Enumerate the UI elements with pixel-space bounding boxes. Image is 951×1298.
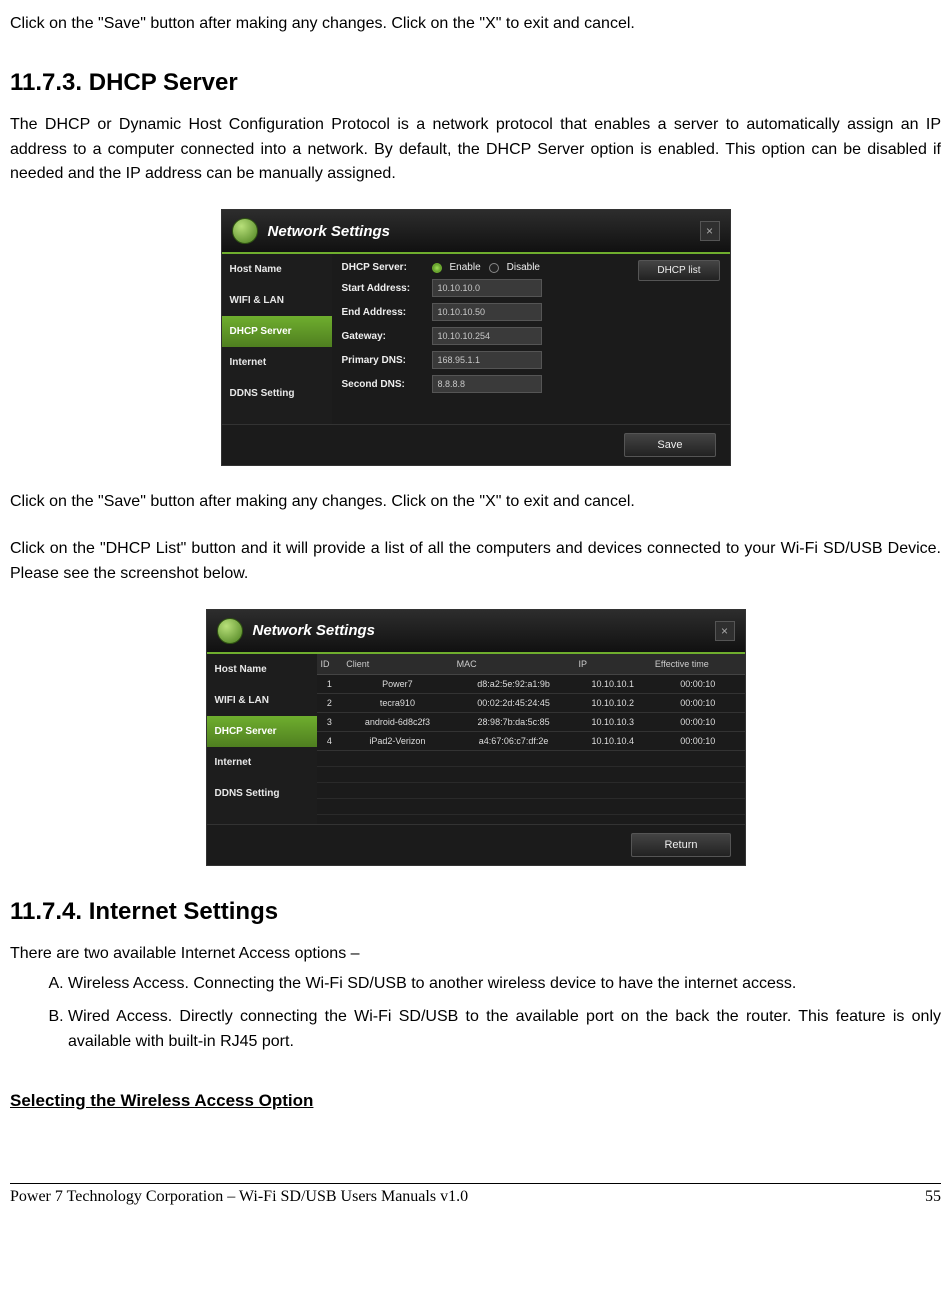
cell-client: Power7 [342, 674, 452, 693]
panel1-form: DHCP list DHCP Server: Enable Disable St… [332, 254, 730, 424]
dhcp-list-button[interactable]: DHCP list [638, 260, 719, 281]
cell-mac: 00:02:2d:45:24:45 [453, 693, 575, 712]
gateway-label: Gateway: [342, 331, 422, 342]
sidebar-item-wifi-lan[interactable]: WIFI & LAN [222, 285, 332, 316]
heading-internet-settings: 11.7.4. Internet Settings [10, 898, 941, 926]
dhcp-list-screenshot: Network Settings × Host Name WIFI & LAN … [10, 609, 941, 866]
col-id: ID [317, 654, 343, 675]
subheading-wireless-access: Selecting the Wireless Access Option [10, 1091, 941, 1111]
cell-ip: 10.10.10.4 [575, 731, 651, 750]
cell-mac: d8:a2:5e:92:a1:9b [453, 674, 575, 693]
dhcp-list-table: ID Client MAC IP Effective time 1Power7d… [317, 654, 745, 815]
table-row-empty [317, 750, 745, 766]
col-mac: MAC [453, 654, 575, 675]
table-row: 1Power7d8:a2:5e:92:a1:9b10.10.10.100:00:… [317, 674, 745, 693]
cell-ip: 10.10.10.3 [575, 712, 651, 731]
cell-id: 3 [317, 712, 343, 731]
radio-disable-icon[interactable] [489, 263, 499, 273]
dhcp-list-instruction: Click on the "DHCP List" button and it w… [10, 537, 941, 587]
cell-time: 00:00:10 [651, 731, 745, 750]
dhcp-server-label: DHCP Server: [342, 262, 422, 273]
heading-dhcp-server: 11.7.3. DHCP Server [10, 69, 941, 97]
internet-options-list: Wireless Access. Connecting the Wi-Fi SD… [10, 972, 941, 1054]
internet-options-intro: There are two available Internet Access … [10, 942, 941, 967]
sidebar-item-host-name[interactable]: Host Name [207, 654, 317, 685]
network-icon [232, 218, 258, 244]
save-exit-para-top: Click on the "Save" button after making … [10, 12, 941, 37]
gateway-input[interactable] [432, 327, 542, 345]
end-address-label: End Address: [342, 307, 422, 318]
cell-client: android-6d8c2f3 [342, 712, 452, 731]
panel1-title: Network Settings [268, 223, 690, 240]
sidebar-item-internet[interactable]: Internet [207, 747, 317, 778]
table-row: 4iPad2-Verizona4:67:06:c7:df:2e10.10.10.… [317, 731, 745, 750]
start-address-label: Start Address: [342, 283, 422, 294]
primary-dns-label: Primary DNS: [342, 355, 422, 366]
dhcp-desc: The DHCP or Dynamic Host Configuration P… [10, 113, 941, 187]
second-dns-label: Second DNS: [342, 379, 422, 390]
table-row-empty [317, 782, 745, 798]
cell-id: 4 [317, 731, 343, 750]
cell-mac: 28:98:7b:da:5c:85 [453, 712, 575, 731]
col-time: Effective time [651, 654, 745, 675]
cell-id: 1 [317, 674, 343, 693]
cell-client: iPad2-Verizon [342, 731, 452, 750]
sidebar-item-dhcp-server[interactable]: DHCP Server [207, 716, 317, 747]
cell-time: 00:00:10 [651, 693, 745, 712]
cell-id: 2 [317, 693, 343, 712]
cell-time: 00:00:10 [651, 712, 745, 731]
sidebar-item-host-name[interactable]: Host Name [222, 254, 332, 285]
sidebar-item-internet[interactable]: Internet [222, 347, 332, 378]
option-wireless-access: Wireless Access. Connecting the Wi-Fi SD… [68, 972, 941, 997]
col-ip: IP [575, 654, 651, 675]
network-icon [217, 618, 243, 644]
close-button[interactable]: × [700, 221, 720, 241]
panel2-sidebar: Host Name WIFI & LAN DHCP Server Interne… [207, 654, 317, 824]
primary-dns-input[interactable] [432, 351, 542, 369]
end-address-input[interactable] [432, 303, 542, 321]
radio-disable-label: Disable [507, 262, 540, 273]
panel1-sidebar: Host Name WIFI & LAN DHCP Server Interne… [222, 254, 332, 424]
page-footer: Power 7 Technology Corporation – Wi-Fi S… [10, 1183, 941, 1206]
sidebar-item-wifi-lan[interactable]: WIFI & LAN [207, 685, 317, 716]
radio-enable-icon[interactable] [432, 263, 442, 273]
panel2-title: Network Settings [253, 622, 705, 639]
save-button[interactable]: Save [624, 433, 715, 457]
save-exit-para-mid: Click on the "Save" button after making … [10, 490, 941, 515]
table-row-empty [317, 766, 745, 782]
table-row: 2tecra91000:02:2d:45:24:4510.10.10.200:0… [317, 693, 745, 712]
start-address-input[interactable] [432, 279, 542, 297]
radio-enable-label: Enable [450, 262, 481, 273]
sidebar-item-ddns-setting[interactable]: DDNS Setting [222, 378, 332, 409]
table-row-empty [317, 798, 745, 814]
footer-page-number: 55 [925, 1188, 941, 1206]
return-button[interactable]: Return [631, 833, 730, 857]
cell-mac: a4:67:06:c7:df:2e [453, 731, 575, 750]
cell-time: 00:00:10 [651, 674, 745, 693]
sidebar-item-ddns-setting[interactable]: DDNS Setting [207, 778, 317, 809]
dhcp-config-screenshot: Network Settings × Host Name WIFI & LAN … [10, 209, 941, 466]
col-client: Client [342, 654, 452, 675]
second-dns-input[interactable] [432, 375, 542, 393]
footer-left: Power 7 Technology Corporation – Wi-Fi S… [10, 1188, 468, 1206]
cell-ip: 10.10.10.1 [575, 674, 651, 693]
close-button[interactable]: × [715, 621, 735, 641]
sidebar-item-dhcp-server[interactable]: DHCP Server [222, 316, 332, 347]
cell-ip: 10.10.10.2 [575, 693, 651, 712]
dhcp-enable-radio-group[interactable]: Enable Disable [432, 262, 541, 273]
table-row: 3android-6d8c2f328:98:7b:da:5c:8510.10.1… [317, 712, 745, 731]
cell-client: tecra910 [342, 693, 452, 712]
option-wired-access: Wired Access. Directly connecting the Wi… [68, 1005, 941, 1055]
